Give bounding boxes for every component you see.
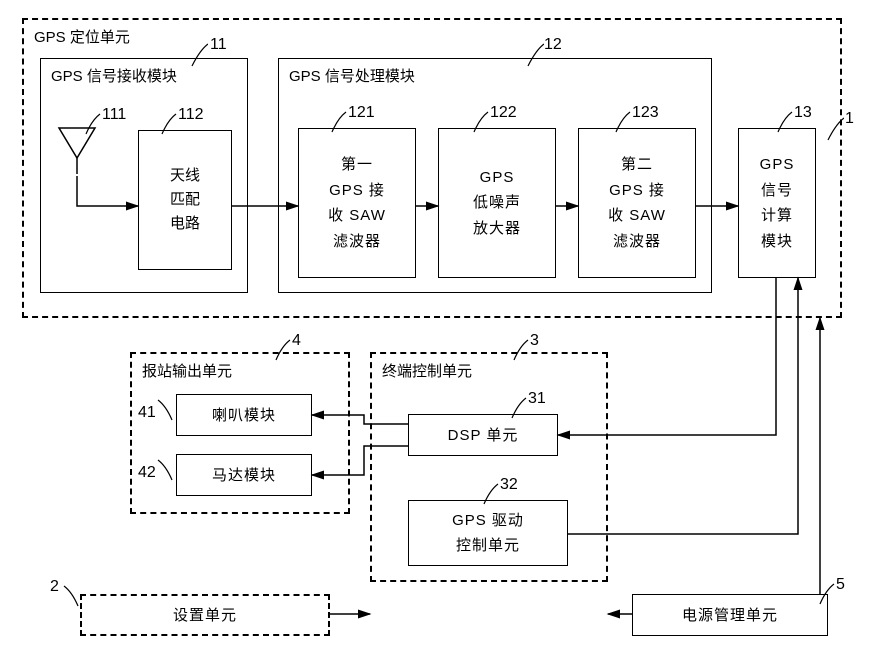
leader-112 xyxy=(160,112,178,140)
dsp-label: DSP 单元 xyxy=(448,428,519,443)
lna-l3: 放大器 xyxy=(473,216,521,242)
speaker-module: 喇叭模块 xyxy=(176,394,312,436)
ref-121: 121 xyxy=(348,104,375,122)
leader-41 xyxy=(156,398,174,426)
leader-13 xyxy=(776,110,794,138)
calc-l2: 信号 xyxy=(761,178,793,204)
gpsdrv-l2: 控制单元 xyxy=(456,533,520,559)
saw2-l1: 第二 xyxy=(621,152,653,178)
gps-unit-title: GPS 定位单元 xyxy=(34,26,130,47)
leader-42 xyxy=(156,458,174,486)
gps-rx-module-title: GPS 信号接收模块 xyxy=(51,65,177,86)
leader-12 xyxy=(526,42,544,70)
ref-42: 42 xyxy=(138,464,156,482)
leader-3 xyxy=(512,338,530,366)
saw1-l4: 滤波器 xyxy=(333,229,381,255)
broadcast-title: 报站输出单元 xyxy=(142,360,232,381)
ref-41: 41 xyxy=(138,404,156,422)
ref-111: 111 xyxy=(102,106,126,124)
gps-calc-module: GPS 信号 计算 模块 xyxy=(738,128,816,278)
match-l3: 电路 xyxy=(170,212,200,236)
saw1-l2: GPS 接 xyxy=(329,178,385,204)
leader-5 xyxy=(818,582,836,610)
gps-proc-module-title: GPS 信号处理模块 xyxy=(289,65,415,86)
leader-111 xyxy=(84,112,102,140)
ref-31: 31 xyxy=(528,390,546,408)
ref-13: 13 xyxy=(794,104,812,122)
saw2-l3: 收 SAW xyxy=(608,203,666,229)
ref-2: 2 xyxy=(50,578,59,596)
calc-l3: 计算 xyxy=(761,203,793,229)
motor-label: 马达模块 xyxy=(212,468,276,483)
gps-lna: GPS 低噪声 放大器 xyxy=(438,128,556,278)
ref-11: 11 xyxy=(210,36,227,54)
ref-32: 32 xyxy=(500,476,518,494)
leader-121 xyxy=(330,110,348,138)
settings-label: 设置单元 xyxy=(173,608,237,623)
antenna-match-circuit: 天线 匹配 电路 xyxy=(138,130,232,270)
leader-122 xyxy=(472,110,490,138)
ref-3: 3 xyxy=(530,332,539,350)
ref-12: 12 xyxy=(544,36,562,54)
match-l2: 匹配 xyxy=(170,188,200,212)
gpsdrv-l1: GPS 驱动 xyxy=(452,508,524,534)
power-label: 电源管理单元 xyxy=(682,608,778,623)
saw2-l4: 滤波器 xyxy=(613,229,661,255)
ref-122: 122 xyxy=(490,104,517,122)
calc-l1: GPS xyxy=(760,152,795,178)
ref-4: 4 xyxy=(292,332,301,350)
leader-11 xyxy=(190,42,208,70)
calc-l4: 模块 xyxy=(761,229,793,255)
leader-1 xyxy=(826,116,844,144)
ref-112: 112 xyxy=(178,106,204,124)
ref-1: 1 xyxy=(845,110,854,128)
dsp-unit: DSP 单元 xyxy=(408,414,558,456)
saw2-l2: GPS 接 xyxy=(609,178,665,204)
lna-l1: GPS xyxy=(480,165,515,191)
leader-123 xyxy=(614,110,632,138)
motor-module: 马达模块 xyxy=(176,454,312,496)
power-mgmt-unit: 电源管理单元 xyxy=(632,594,828,636)
ref-123: 123 xyxy=(632,104,659,122)
speaker-label: 喇叭模块 xyxy=(212,408,276,423)
second-saw-filter: 第二 GPS 接 收 SAW 滤波器 xyxy=(578,128,696,278)
match-l1: 天线 xyxy=(170,164,200,188)
leader-4 xyxy=(274,338,292,366)
leader-32 xyxy=(482,482,500,510)
leader-31 xyxy=(510,396,528,424)
saw1-l1: 第一 xyxy=(341,152,373,178)
ref-5: 5 xyxy=(836,576,845,594)
saw1-l3: 收 SAW xyxy=(328,203,386,229)
leader-2 xyxy=(62,584,80,612)
first-saw-filter: 第一 GPS 接 收 SAW 滤波器 xyxy=(298,128,416,278)
terminal-title: 终端控制单元 xyxy=(382,360,472,381)
lna-l2: 低噪声 xyxy=(473,190,521,216)
settings-unit: 设置单元 xyxy=(80,594,330,636)
